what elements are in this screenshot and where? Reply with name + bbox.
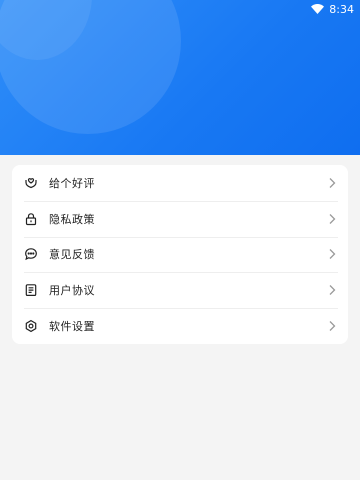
- document-icon: [24, 283, 38, 297]
- menu-item-rate[interactable]: 给个好评: [12, 165, 348, 201]
- menu-item-feedback[interactable]: 意见反馈: [12, 236, 348, 273]
- chevron-right-icon: [326, 284, 338, 296]
- chevron-right-icon: [326, 248, 338, 260]
- chat-icon: [24, 247, 38, 261]
- status-bar: 8:34: [311, 0, 360, 18]
- menu-item-label: 意见反馈: [49, 248, 95, 262]
- menu-item-privacy[interactable]: 隐私政策: [12, 200, 348, 237]
- header-banner: 8:34: [0, 0, 360, 155]
- wifi-icon: [311, 4, 325, 14]
- menu-item-label: 软件设置: [49, 320, 95, 334]
- menu-item-settings[interactable]: 软件设置: [12, 308, 348, 344]
- lock-icon: [24, 212, 38, 226]
- settings-icon: [24, 319, 38, 333]
- chevron-right-icon: [326, 320, 338, 332]
- menu-item-label: 给个好评: [49, 176, 95, 190]
- status-time: 8:34: [329, 2, 354, 16]
- menu-item-agreement[interactable]: 用户协议: [12, 272, 348, 308]
- menu-item-label: 隐私政策: [49, 212, 95, 226]
- chevron-right-icon: [326, 213, 338, 225]
- menu-card: 给个好评 隐私政策 意见反馈 用户协议 软件设置: [12, 165, 348, 344]
- heart-hand-icon: [24, 176, 38, 190]
- menu-item-label: 用户协议: [49, 284, 95, 298]
- chevron-right-icon: [326, 177, 338, 189]
